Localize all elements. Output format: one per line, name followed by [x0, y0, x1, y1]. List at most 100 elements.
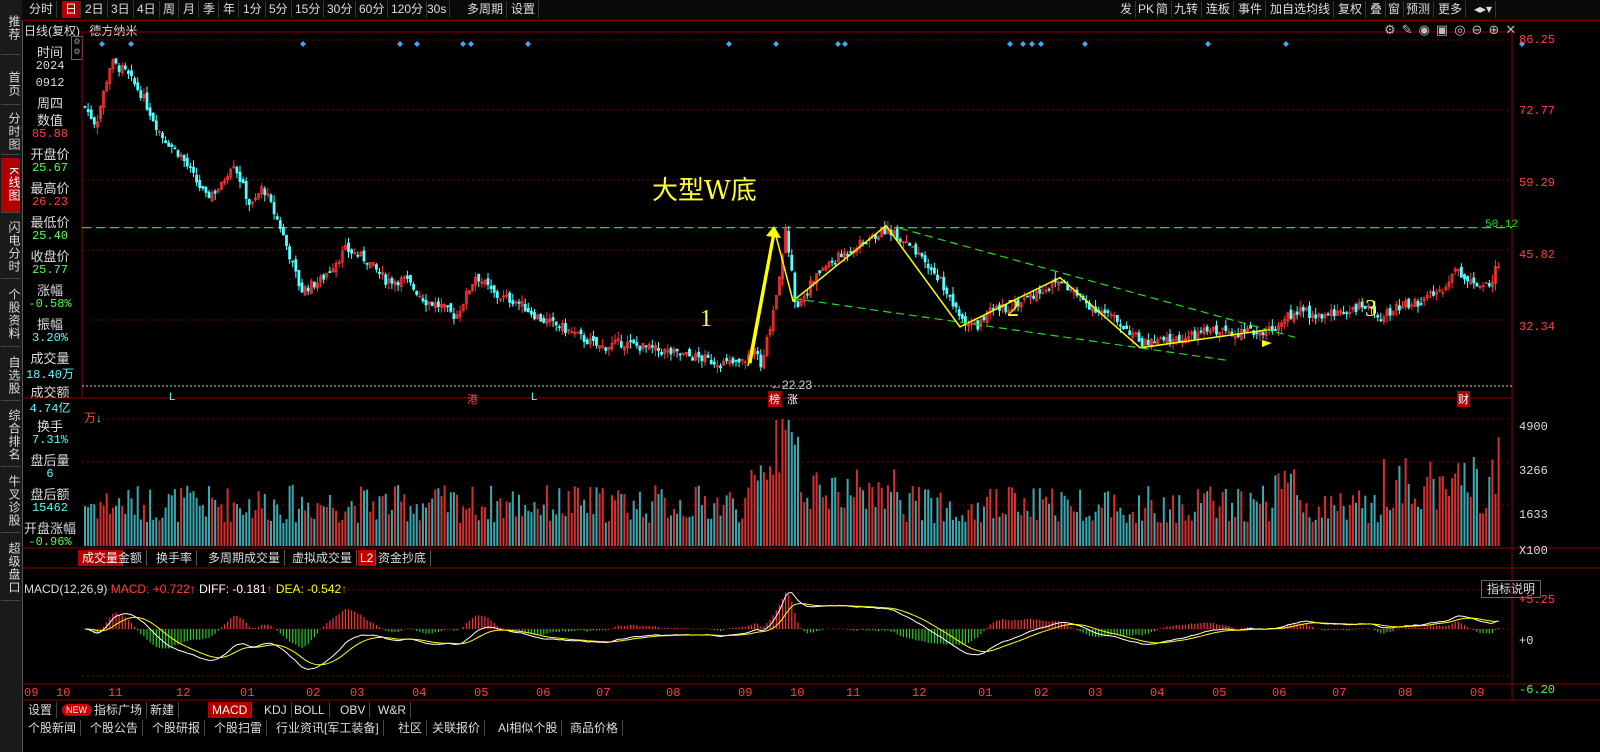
- volume-bar: [561, 513, 564, 546]
- volume-bar: [1348, 505, 1351, 546]
- candle-body: [1224, 325, 1228, 332]
- indicator-tab-4[interactable]: MACD: [208, 702, 253, 718]
- volume-bar: [924, 489, 927, 546]
- indicator-tab-7[interactable]: OBV: [336, 702, 371, 718]
- news-tab-2[interactable]: 个股研报: [148, 720, 206, 736]
- volume-bar: [983, 506, 985, 546]
- candle-body: [957, 309, 961, 317]
- volume-bar: [862, 490, 865, 546]
- volume-bar: [1215, 517, 1218, 546]
- news-tab-7[interactable]: AI相似个股: [494, 720, 563, 736]
- volume-bar: [139, 519, 142, 546]
- volume-tab-6[interactable]: 资金抄底: [374, 550, 432, 566]
- camera-icon[interactable]: ◎: [1454, 22, 1471, 37]
- volume-bar: [1234, 516, 1237, 546]
- volume-bar: [713, 503, 716, 546]
- news-tab-0[interactable]: 个股新闻: [24, 720, 82, 736]
- volume-bar: [570, 513, 573, 546]
- volume-bar: [1444, 489, 1447, 546]
- event-marker-3[interactable]: 榜: [768, 391, 781, 407]
- event-marker-5[interactable]: 财: [1457, 391, 1470, 407]
- x-tick-3: 12: [176, 686, 191, 700]
- signal-diamond-icon: [1283, 41, 1289, 47]
- candle-body: [1193, 330, 1197, 339]
- volume-bar: [645, 513, 648, 546]
- news-tab-5[interactable]: 社区: [394, 720, 428, 736]
- volume-bar: [623, 493, 626, 546]
- zoom-in-icon[interactable]: ⊕: [1488, 22, 1505, 37]
- candle-body: [1379, 319, 1383, 322]
- volume-bar: [1193, 511, 1196, 546]
- zoom-out-icon[interactable]: ⊖: [1472, 22, 1489, 37]
- candle-body: [1153, 341, 1156, 344]
- wave-label-1: 1: [700, 306, 712, 332]
- event-marker-4[interactable]: 涨: [786, 391, 799, 407]
- indicator-tab-1[interactable]: NEW: [62, 704, 92, 716]
- volume-bar: [1203, 493, 1206, 546]
- volume-bar: [694, 486, 697, 546]
- volume-bar: [1435, 509, 1438, 546]
- volume-bar: [146, 522, 148, 546]
- volume-bar: [511, 491, 514, 546]
- volume-bar: [428, 502, 431, 546]
- news-tab-3[interactable]: 个股扫雷: [210, 720, 268, 736]
- price-tick-1: 72.77: [1519, 104, 1556, 118]
- kline-chart[interactable]: [0, 0, 1600, 752]
- candle-body: [492, 285, 496, 293]
- volume-bar: [1410, 503, 1413, 546]
- indicator-tab-3[interactable]: 新建: [146, 702, 180, 718]
- volume-bar: [868, 482, 871, 546]
- volume-bar: [604, 522, 607, 546]
- candle-body: [933, 267, 936, 274]
- volume-bar: [917, 487, 920, 546]
- indicator-tab-2[interactable]: 指标广场: [90, 702, 148, 718]
- gear-icon[interactable]: ⚙: [1384, 22, 1402, 37]
- event-marker-1[interactable]: 港: [466, 391, 479, 407]
- volume-bar: [1221, 492, 1224, 546]
- candle-body: [133, 78, 137, 85]
- volume-bar: [375, 519, 378, 546]
- volume-bar: [1209, 486, 1212, 546]
- volume-bar: [204, 516, 207, 546]
- news-tab-8[interactable]: 商品价格: [566, 720, 624, 736]
- candle-body: [675, 348, 679, 352]
- lock-icon[interactable]: ▣: [1436, 22, 1454, 37]
- candle-body: [1261, 332, 1265, 336]
- volume-bar: [1178, 495, 1181, 546]
- pencil-icon[interactable]: ✎: [1402, 22, 1419, 37]
- event-marker-2[interactable]: L: [530, 391, 538, 403]
- volume-bar: [921, 520, 923, 546]
- volume-bar: [245, 512, 248, 546]
- candle-body: [1308, 305, 1311, 319]
- volume-tab-3[interactable]: 多周期成交量: [204, 550, 286, 566]
- x-tick-23: 08: [1398, 686, 1413, 700]
- volume-bar: [316, 503, 319, 546]
- indicator-tab-6[interactable]: BOLL: [290, 702, 330, 718]
- indicator-tab-5[interactable]: KDJ: [260, 702, 292, 718]
- candle-body: [1162, 336, 1166, 341]
- news-tab-4[interactable]: 行业资讯[军工装备]: [272, 720, 384, 736]
- news-tab-1[interactable]: 个股公告: [86, 720, 144, 736]
- candle-body: [604, 347, 608, 351]
- volume-tab-2[interactable]: 换手率: [152, 550, 198, 566]
- indicator-tab-8[interactable]: W&R: [374, 702, 411, 718]
- volume-tab-1[interactable]: 金额: [114, 550, 148, 566]
- volume-bar: [583, 499, 586, 546]
- eye-icon[interactable]: ◉: [1419, 22, 1436, 37]
- volume-bar: [710, 518, 713, 546]
- volume-tab-4[interactable]: 虚拟成交量: [288, 550, 358, 566]
- candle-body: [198, 180, 202, 189]
- volume-bar: [756, 480, 759, 546]
- candle-body: [188, 166, 192, 168]
- candle-body: [948, 294, 952, 297]
- volume-bar: [722, 505, 725, 546]
- volume-bar: [586, 513, 589, 546]
- event-marker-0[interactable]: L: [168, 391, 176, 403]
- volume-bar: [279, 514, 282, 546]
- indicator-tab-0[interactable]: 设置: [24, 702, 58, 718]
- news-tab-6[interactable]: 关联报价: [428, 720, 486, 736]
- volume-bar: [1358, 490, 1361, 546]
- volume-bar: [173, 489, 176, 546]
- volume-bar: [989, 489, 992, 546]
- candle-body: [89, 109, 93, 120]
